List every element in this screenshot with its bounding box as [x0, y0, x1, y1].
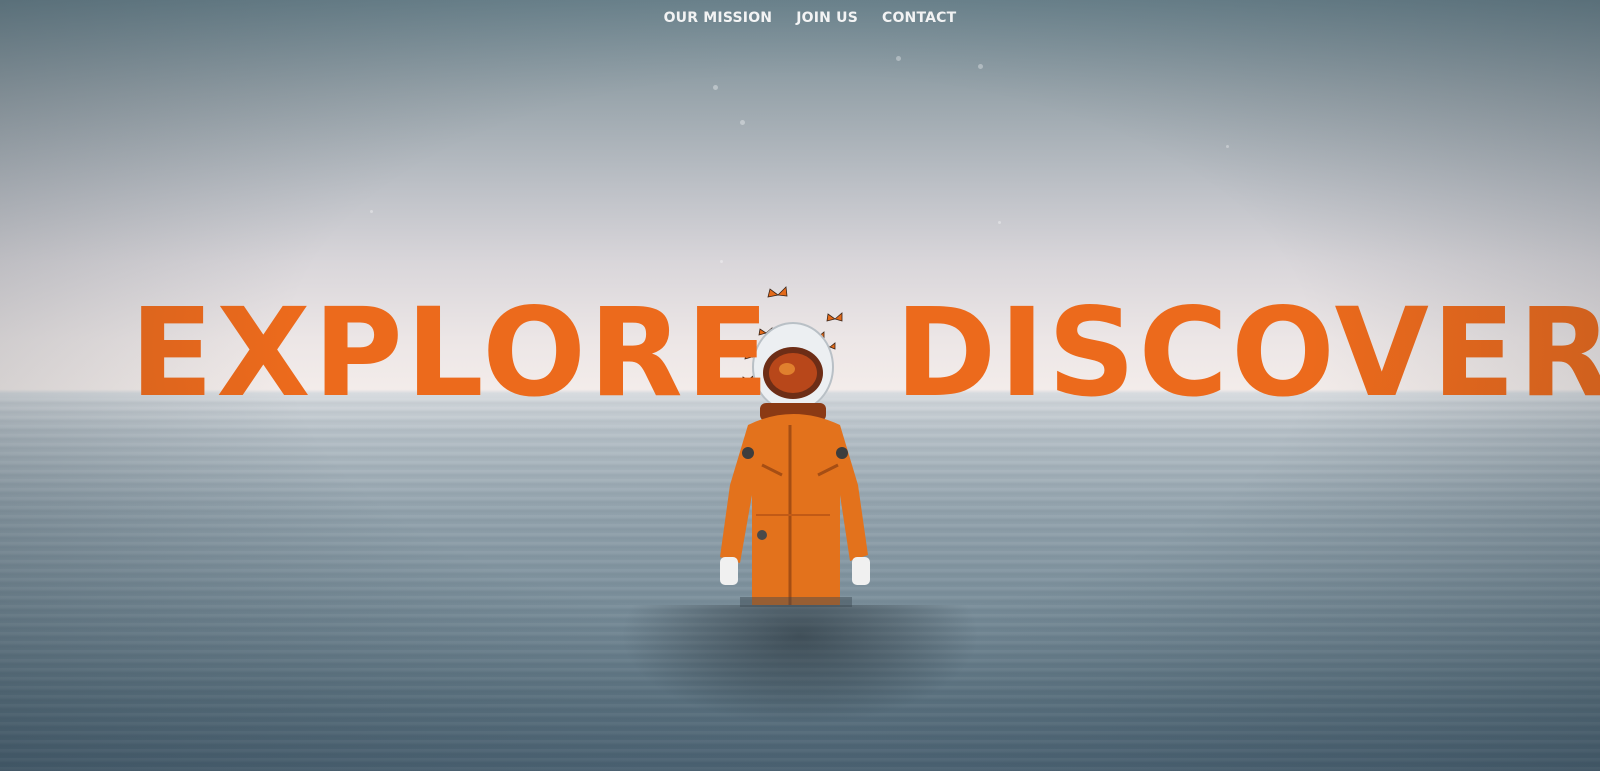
sky-particle [740, 120, 745, 125]
nav-link-contact[interactable]: CONTACT [882, 10, 956, 26]
sky-particle [896, 56, 901, 61]
sky-particle [720, 260, 723, 263]
top-navigation: OUR MISSION JOIN US CONTACT [0, 10, 1600, 26]
sky-particle [998, 221, 1001, 224]
nav-link-join-us[interactable]: JOIN US [796, 10, 858, 26]
hero-section: EXPLORE DISCOVER OUR MISSION JOIN US CON… [0, 0, 1600, 771]
headline-explore: EXPLORE [130, 282, 773, 424]
sky-particle [1226, 145, 1229, 148]
sky-particle [713, 85, 718, 90]
nav-link-our-mission[interactable]: OUR MISSION [664, 10, 773, 26]
headline-discover: DISCOVER [895, 282, 1600, 424]
sky-particle [978, 64, 983, 69]
sky-particle [370, 210, 373, 213]
